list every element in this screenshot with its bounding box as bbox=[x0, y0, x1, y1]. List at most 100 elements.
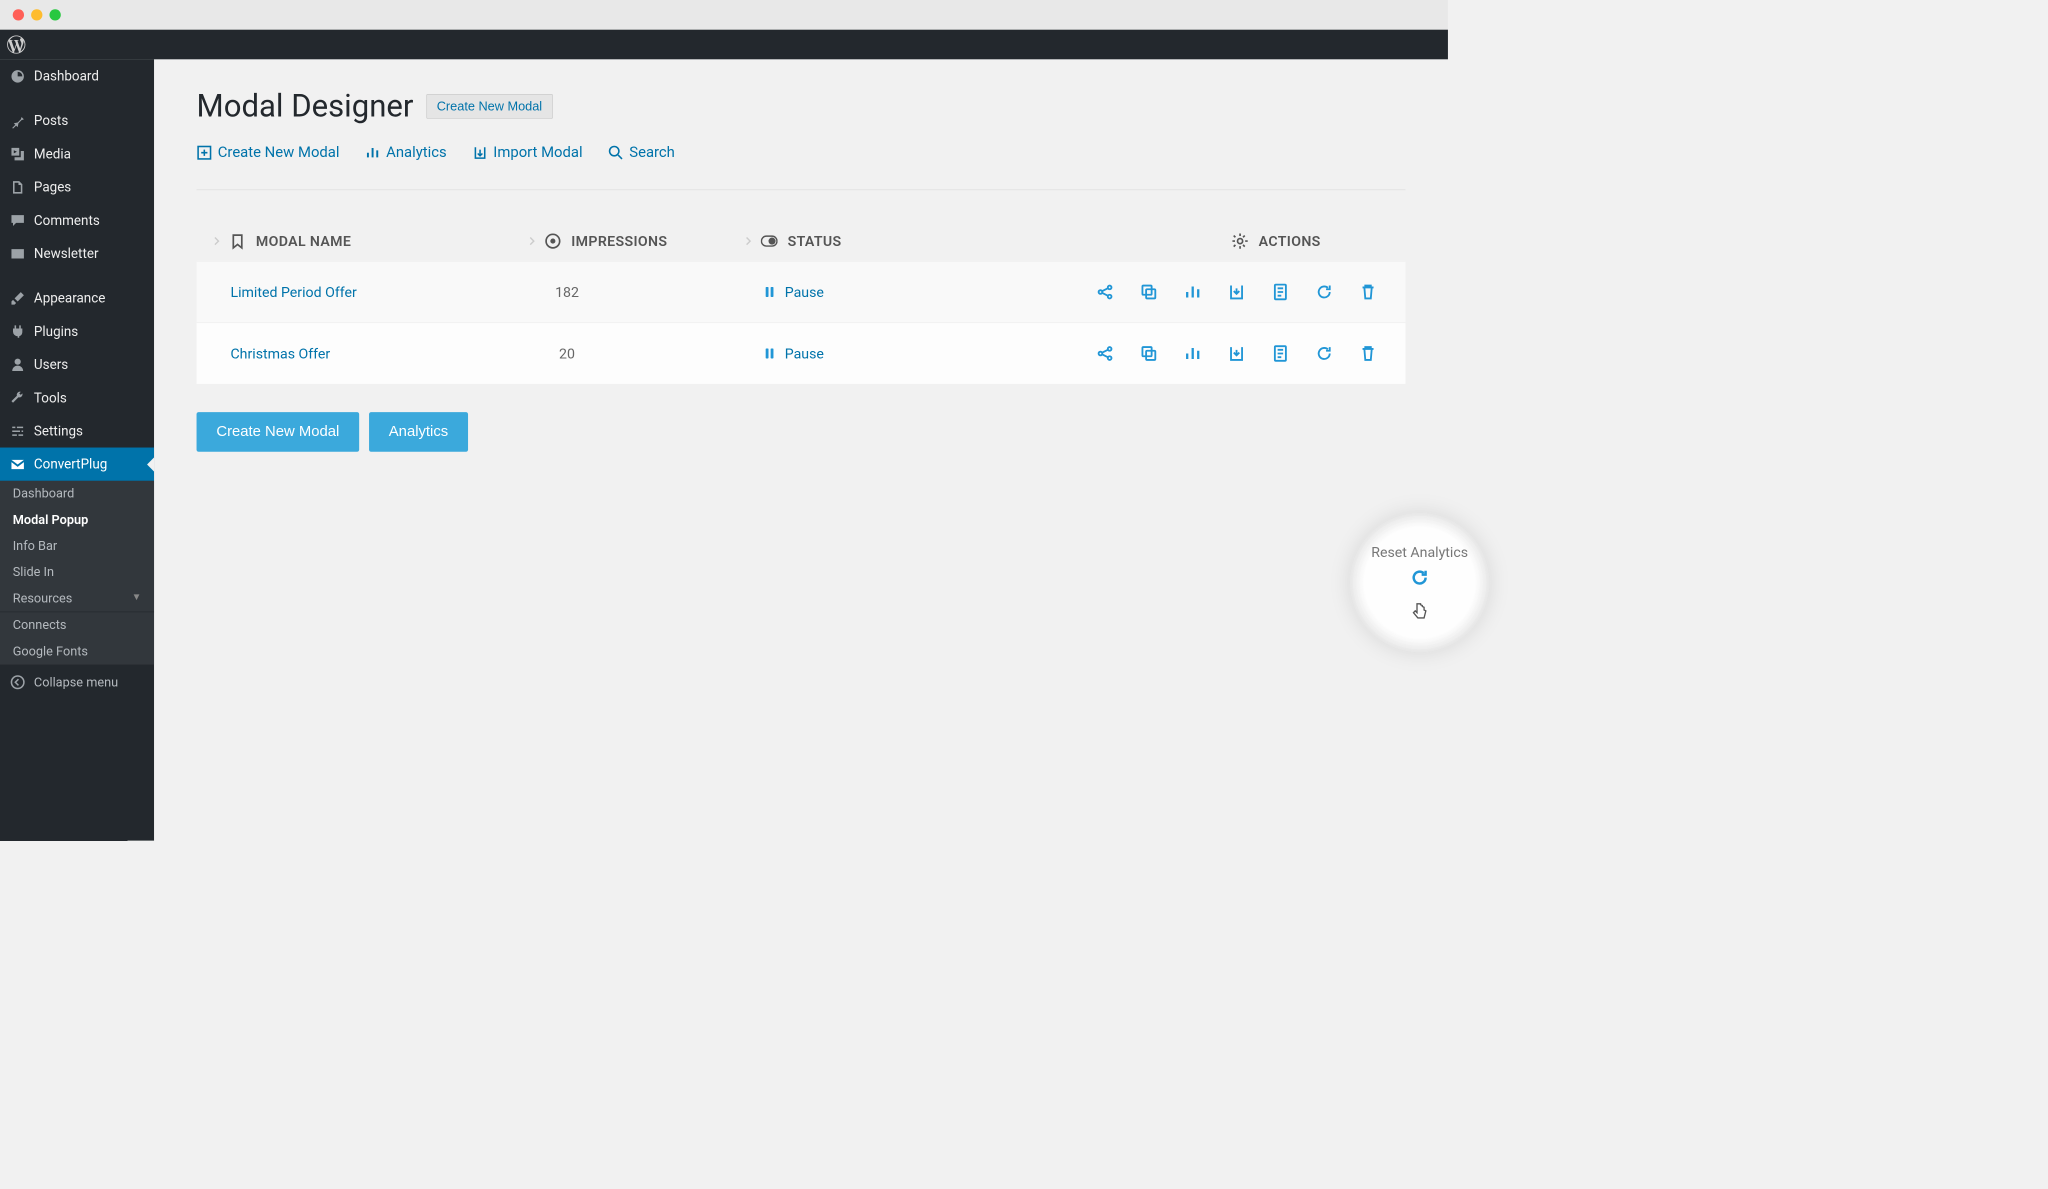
cursor-pointer-icon bbox=[1409, 600, 1430, 621]
status-label: Pause bbox=[785, 345, 824, 362]
table-row: Limited Period Offer 182 Pause bbox=[197, 261, 1406, 323]
toggle-icon bbox=[761, 233, 778, 250]
impressions-value: 182 bbox=[546, 284, 588, 301]
toolbar-search[interactable]: Search bbox=[608, 144, 675, 161]
dashboard-icon bbox=[10, 68, 26, 84]
sidebar-item-newsletter[interactable]: Newsletter bbox=[0, 237, 154, 270]
submenu-connects[interactable]: Connects bbox=[0, 612, 154, 638]
search-icon bbox=[608, 145, 624, 161]
envelope-icon bbox=[10, 246, 26, 262]
sliders-icon bbox=[10, 423, 26, 439]
sidebar-item-plugins[interactable]: Plugins bbox=[0, 315, 154, 348]
copy-icon[interactable] bbox=[1140, 344, 1158, 362]
create-new-modal-footer-button[interactable]: Create New Modal bbox=[197, 412, 360, 452]
comments-icon bbox=[10, 212, 26, 228]
document-icon[interactable] bbox=[1271, 344, 1289, 362]
pin-icon bbox=[10, 113, 26, 129]
pages-icon bbox=[10, 179, 26, 195]
create-new-modal-header-button[interactable]: Create New Modal bbox=[426, 94, 553, 119]
minimize-window-button[interactable] bbox=[31, 9, 42, 20]
plug-icon bbox=[10, 323, 26, 339]
submenu-dashboard[interactable]: Dashboard bbox=[0, 481, 154, 507]
sidebar-label: Media bbox=[34, 146, 71, 162]
sidebar-label: Dashboard bbox=[34, 68, 99, 84]
toolbar-label: Search bbox=[629, 144, 675, 161]
sidebar-label: Posts bbox=[34, 112, 68, 128]
sidebar-item-pages[interactable]: Pages bbox=[0, 170, 154, 203]
impressions-value: 20 bbox=[546, 345, 588, 362]
sidebar-label: Plugins bbox=[34, 323, 78, 339]
document-icon[interactable] bbox=[1271, 283, 1289, 301]
sidebar-item-media[interactable]: Media bbox=[0, 137, 154, 170]
tooltip-spotlight: Reset Analytics bbox=[1349, 512, 1490, 653]
sidebar-item-posts[interactable]: Posts bbox=[0, 104, 154, 137]
bar-chart-icon bbox=[365, 145, 381, 161]
main-content: Modal Designer Create New Modal Create N… bbox=[154, 59, 1448, 840]
collapse-icon bbox=[10, 674, 26, 690]
status-toggle[interactable]: Pause bbox=[762, 284, 824, 301]
submenu-modal-popup[interactable]: Modal Popup bbox=[0, 507, 154, 533]
table-header: MODAL NAME IMPRESSIONS STATUS ACTIONS bbox=[197, 221, 1406, 261]
sidebar-label: Appearance bbox=[34, 290, 105, 306]
import-icon bbox=[472, 145, 488, 161]
sidebar-item-tools[interactable]: Tools bbox=[0, 381, 154, 414]
media-icon bbox=[10, 146, 26, 162]
sidebar-item-comments[interactable]: Comments bbox=[0, 204, 154, 237]
divider bbox=[197, 189, 1406, 190]
toolbar-import-modal[interactable]: Import Modal bbox=[472, 144, 583, 161]
analytics-icon[interactable] bbox=[1184, 344, 1202, 362]
refresh-icon[interactable] bbox=[1315, 283, 1333, 301]
th-name: MODAL NAME bbox=[256, 233, 351, 250]
submenu-resources[interactable]: Resources▼ bbox=[0, 585, 154, 611]
sidebar-item-convertplug[interactable]: ConvertPlug bbox=[0, 448, 154, 481]
share-icon[interactable] bbox=[1096, 283, 1114, 301]
share-icon[interactable] bbox=[1096, 344, 1114, 362]
sidebar-label: Users bbox=[34, 356, 68, 372]
pause-icon bbox=[762, 346, 776, 360]
plus-square-icon bbox=[197, 145, 213, 161]
chevron-right-icon[interactable] bbox=[526, 235, 537, 246]
sidebar-item-users[interactable]: Users bbox=[0, 348, 154, 381]
page-title: Modal Designer bbox=[197, 88, 414, 125]
trash-icon[interactable] bbox=[1359, 283, 1377, 301]
admin-sidebar: Dashboard Posts Media Pages Comments New… bbox=[0, 59, 154, 840]
status-toggle[interactable]: Pause bbox=[762, 345, 824, 362]
copy-icon[interactable] bbox=[1140, 283, 1158, 301]
toolbar-create-modal[interactable]: Create New Modal bbox=[197, 144, 340, 161]
wordpress-logo-icon[interactable] bbox=[7, 35, 25, 53]
gear-icon bbox=[1232, 233, 1249, 250]
refresh-icon[interactable] bbox=[1315, 344, 1333, 362]
sidebar-label: Newsletter bbox=[34, 245, 99, 261]
th-actions: ACTIONS bbox=[1259, 233, 1321, 250]
admin-topbar bbox=[0, 30, 1448, 60]
sidebar-item-dashboard[interactable]: Dashboard bbox=[0, 59, 154, 92]
chevron-right-icon[interactable] bbox=[742, 235, 753, 246]
trash-icon[interactable] bbox=[1359, 344, 1377, 362]
download-icon[interactable] bbox=[1227, 344, 1245, 362]
submenu-info-bar[interactable]: Info Bar bbox=[0, 533, 154, 559]
analytics-icon[interactable] bbox=[1184, 283, 1202, 301]
tooltip-text: Reset Analytics bbox=[1371, 544, 1468, 561]
submenu-google-fonts[interactable]: Google Fonts bbox=[0, 638, 154, 664]
modal-name-link[interactable]: Limited Period Offer bbox=[230, 284, 356, 301]
collapse-menu-button[interactable]: Collapse menu bbox=[0, 665, 154, 700]
chevron-down-icon: ▼ bbox=[132, 591, 142, 603]
sidebar-item-appearance[interactable]: Appearance bbox=[0, 281, 154, 314]
user-icon bbox=[10, 357, 26, 373]
maximize-window-button[interactable] bbox=[49, 9, 60, 20]
sidebar-label: Comments bbox=[34, 212, 100, 228]
collapse-label: Collapse menu bbox=[34, 675, 118, 690]
modal-name-link[interactable]: Christmas Offer bbox=[230, 345, 330, 362]
sidebar-label: Pages bbox=[34, 179, 71, 195]
toolbar-analytics[interactable]: Analytics bbox=[365, 144, 447, 161]
toolbar-label: Import Modal bbox=[493, 144, 582, 161]
submenu-slide-in[interactable]: Slide In bbox=[0, 559, 154, 585]
sidebar-item-settings[interactable]: Settings bbox=[0, 414, 154, 447]
analytics-footer-button[interactable]: Analytics bbox=[369, 412, 468, 452]
toolbar-label: Create New Modal bbox=[218, 144, 340, 161]
convertplug-icon bbox=[10, 456, 26, 472]
chevron-right-icon[interactable] bbox=[211, 235, 222, 246]
pause-icon bbox=[762, 285, 776, 299]
close-window-button[interactable] bbox=[13, 9, 24, 20]
download-icon[interactable] bbox=[1227, 283, 1245, 301]
